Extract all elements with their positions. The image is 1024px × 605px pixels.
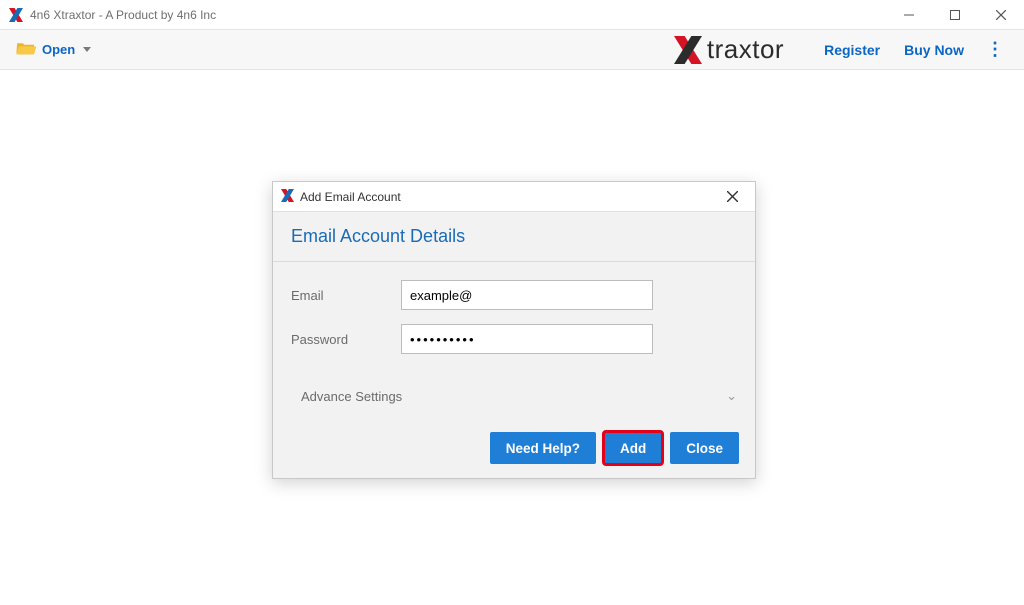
- brand-text: traxtor: [707, 34, 784, 65]
- buy-now-button[interactable]: Buy Now: [892, 36, 976, 64]
- add-email-account-dialog: Add Email Account Email Account Details …: [272, 181, 756, 479]
- email-field[interactable]: [401, 280, 653, 310]
- minimize-button[interactable]: [886, 0, 932, 30]
- main-toolbar: Open traxtor Register Buy Now ⋮: [0, 30, 1024, 70]
- dialog-footer: Need Help? Add Close: [490, 432, 739, 464]
- password-field[interactable]: [401, 324, 653, 354]
- close-button[interactable]: Close: [670, 432, 739, 464]
- advance-settings-toggle[interactable]: Advance Settings ⌄: [273, 376, 755, 404]
- password-label: Password: [291, 332, 401, 347]
- add-button[interactable]: Add: [604, 432, 662, 464]
- window-title: 4n6 Xtraxtor - A Product by 4n6 Inc: [30, 8, 216, 22]
- window-titlebar: 4n6 Xtraxtor - A Product by 4n6 Inc: [0, 0, 1024, 30]
- open-label: Open: [42, 42, 75, 57]
- close-window-button[interactable]: [978, 0, 1024, 30]
- chevron-down-icon: [83, 47, 91, 52]
- dialog-title: Add Email Account: [300, 190, 401, 204]
- dialog-titlebar: Add Email Account: [273, 182, 755, 212]
- dialog-close-button[interactable]: [717, 182, 747, 212]
- password-row: Password: [291, 324, 737, 354]
- open-dropdown[interactable]: Open: [10, 36, 97, 63]
- need-help-button[interactable]: Need Help?: [490, 432, 596, 464]
- dialog-header: Email Account Details: [273, 212, 755, 262]
- chevron-down-icon: ⌄: [726, 388, 737, 404]
- app-icon: [8, 7, 24, 23]
- email-row: Email: [291, 280, 737, 310]
- maximize-button[interactable]: [932, 0, 978, 30]
- register-button[interactable]: Register: [812, 36, 892, 64]
- more-menu-button[interactable]: ⋮: [976, 33, 1014, 66]
- advance-settings-label: Advance Settings: [301, 389, 402, 404]
- dialog-body: Email Password: [273, 262, 755, 376]
- app-icon: [281, 189, 294, 205]
- email-label: Email: [291, 288, 401, 303]
- folder-icon: [16, 40, 36, 59]
- brand-logo: traxtor: [673, 34, 784, 65]
